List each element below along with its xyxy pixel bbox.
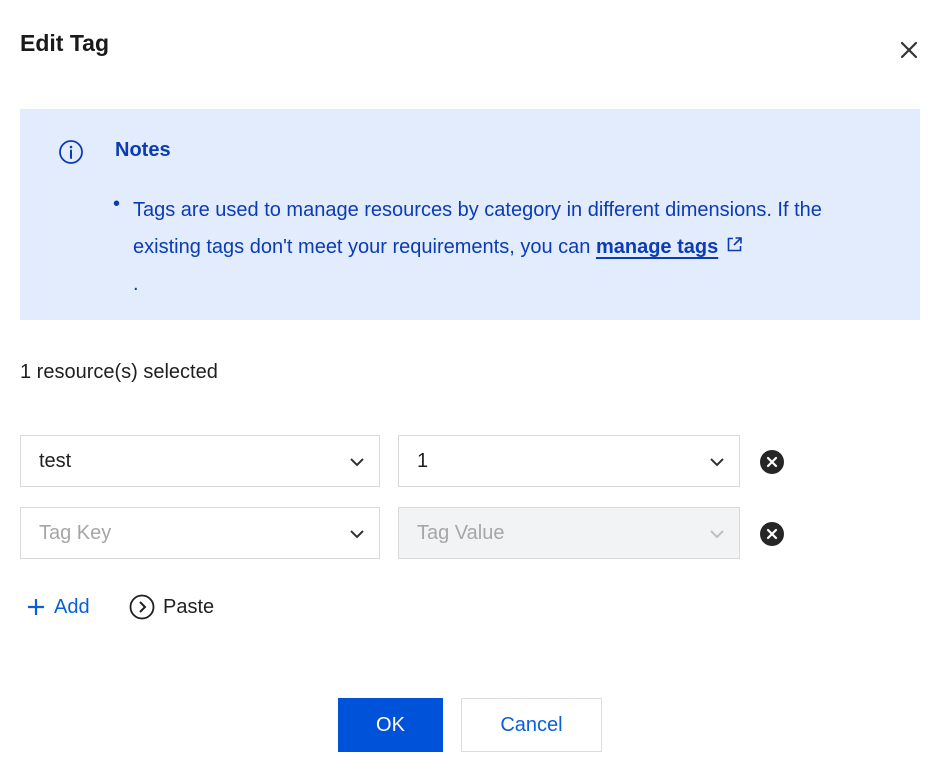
remove-tag-button[interactable] [759,449,785,475]
add-tag-button[interactable]: Add [26,593,90,621]
chevron-down-icon [710,458,724,467]
close-button[interactable] [896,37,922,63]
tag-key-placeholder: Tag Key [39,522,112,544]
tag-key-select[interactable]: Tag Key [20,507,380,559]
paste-button[interactable]: Paste [129,593,214,621]
add-label: Add [54,595,90,618]
close-icon[interactable] [896,37,922,63]
manage-tags-link[interactable]: manage tags [596,236,718,258]
external-link-icon[interactable] [726,236,743,253]
remove-circle-icon[interactable] [759,521,785,547]
bullet-point: • [113,193,121,215]
tag-value-select: Tag Value [398,507,740,559]
chevron-down-icon [350,458,364,467]
tag-value-value: 1 [417,450,429,472]
paste-label: Paste [163,595,215,618]
notes-text: Tags are used to manage resources by cat… [133,199,822,258]
tag-value-placeholder: Tag Value [417,522,505,544]
info-icon [59,140,83,164]
tag-value-select[interactable]: 1 [398,435,740,487]
dialog-title: Edit Tag [20,30,110,56]
chevron-right-circle-icon [129,594,155,620]
cancel-button[interactable]: Cancel [461,698,602,752]
tag-key-value: test [39,450,72,472]
chevron-down-icon [350,530,364,539]
notes-title: Notes [115,139,171,161]
notes-banner: Notes • Tags are used to manage resource… [20,109,920,320]
notes-body: Tags are used to manage resources by cat… [133,192,873,303]
chevron-down-icon [710,530,724,539]
ok-button[interactable]: OK [338,698,443,752]
remove-circle-icon[interactable] [759,449,785,475]
notes-trailing-text: . [133,273,139,295]
plus-icon [28,599,44,615]
remove-tag-button[interactable] [759,521,785,547]
tag-key-select[interactable]: test [20,435,380,487]
selected-resources-count: 1 resource(s) selected [20,361,218,383]
